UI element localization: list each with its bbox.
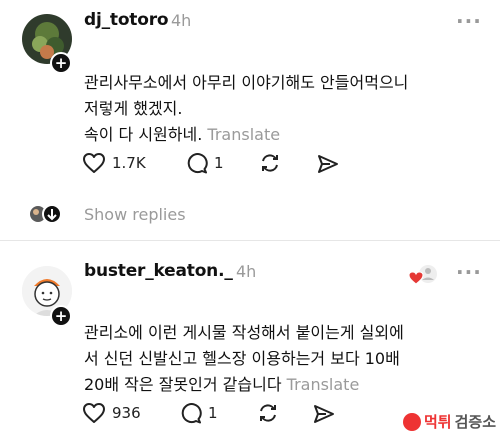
heart-icon xyxy=(83,153,105,173)
follow-button[interactable]: + xyxy=(50,305,72,327)
reply-button[interactable]: 1 xyxy=(186,152,224,174)
send-icon xyxy=(318,155,338,173)
timestamp: 4h xyxy=(171,11,192,30)
reply-avatars[interactable] xyxy=(28,204,62,228)
repost-button[interactable] xyxy=(256,402,280,424)
watermark: 먹튀 검증소 xyxy=(402,411,496,432)
like-count: 936 xyxy=(112,404,141,422)
translate-link[interactable]: Translate xyxy=(207,125,280,144)
post-text: 관리소에 이런 게시물 작성해서 붙이는게 실외에 서 신던 신발신고 헬스장 … xyxy=(84,294,500,398)
post-text: 관리사무소에서 아무리 이야기해도 안들어먹으니 저렇게 했겠지. 속이 다 시… xyxy=(84,44,500,148)
divider xyxy=(0,240,500,241)
like-count: 1.7K xyxy=(112,154,146,172)
show-replies-link[interactable]: Show replies xyxy=(84,205,186,224)
like-button[interactable]: 1.7K xyxy=(82,152,146,174)
follow-button[interactable]: + xyxy=(50,52,72,74)
comment-icon xyxy=(187,153,208,174)
send-icon xyxy=(314,405,334,423)
repost-button[interactable] xyxy=(258,152,282,174)
repost-icon xyxy=(262,154,278,172)
comment-icon xyxy=(181,403,202,424)
heart-icon xyxy=(83,403,105,423)
liked-by-author-icon xyxy=(408,262,440,294)
post-1: + dj_totoro 4h ··· 관리사무소에서 아무리 이야기해도 안들어… xyxy=(0,0,500,235)
username[interactable]: dj_totoro xyxy=(84,10,169,30)
watermark-text-2: 검증소 xyxy=(454,413,496,431)
reply-count: 1 xyxy=(208,404,218,422)
more-options-icon[interactable]: ··· xyxy=(456,9,482,33)
reply-count: 1 xyxy=(214,154,224,172)
reply-button[interactable]: 1 xyxy=(180,402,218,424)
share-button[interactable] xyxy=(316,153,340,175)
username[interactable]: buster_keaton._ xyxy=(84,261,233,281)
watermark-logo-icon xyxy=(402,412,421,431)
share-button[interactable] xyxy=(312,403,336,425)
timestamp: 4h xyxy=(236,262,257,281)
post-2: + buster_keaton._ 4h ··· 관리소에 이런 게시물 작성해… xyxy=(0,242,500,435)
more-options-icon[interactable]: ··· xyxy=(456,260,482,284)
watermark-text: 먹튀 xyxy=(423,413,452,431)
like-button[interactable]: 936 xyxy=(82,402,141,424)
repost-icon xyxy=(260,404,276,422)
translate-link[interactable]: Translate xyxy=(287,375,360,394)
